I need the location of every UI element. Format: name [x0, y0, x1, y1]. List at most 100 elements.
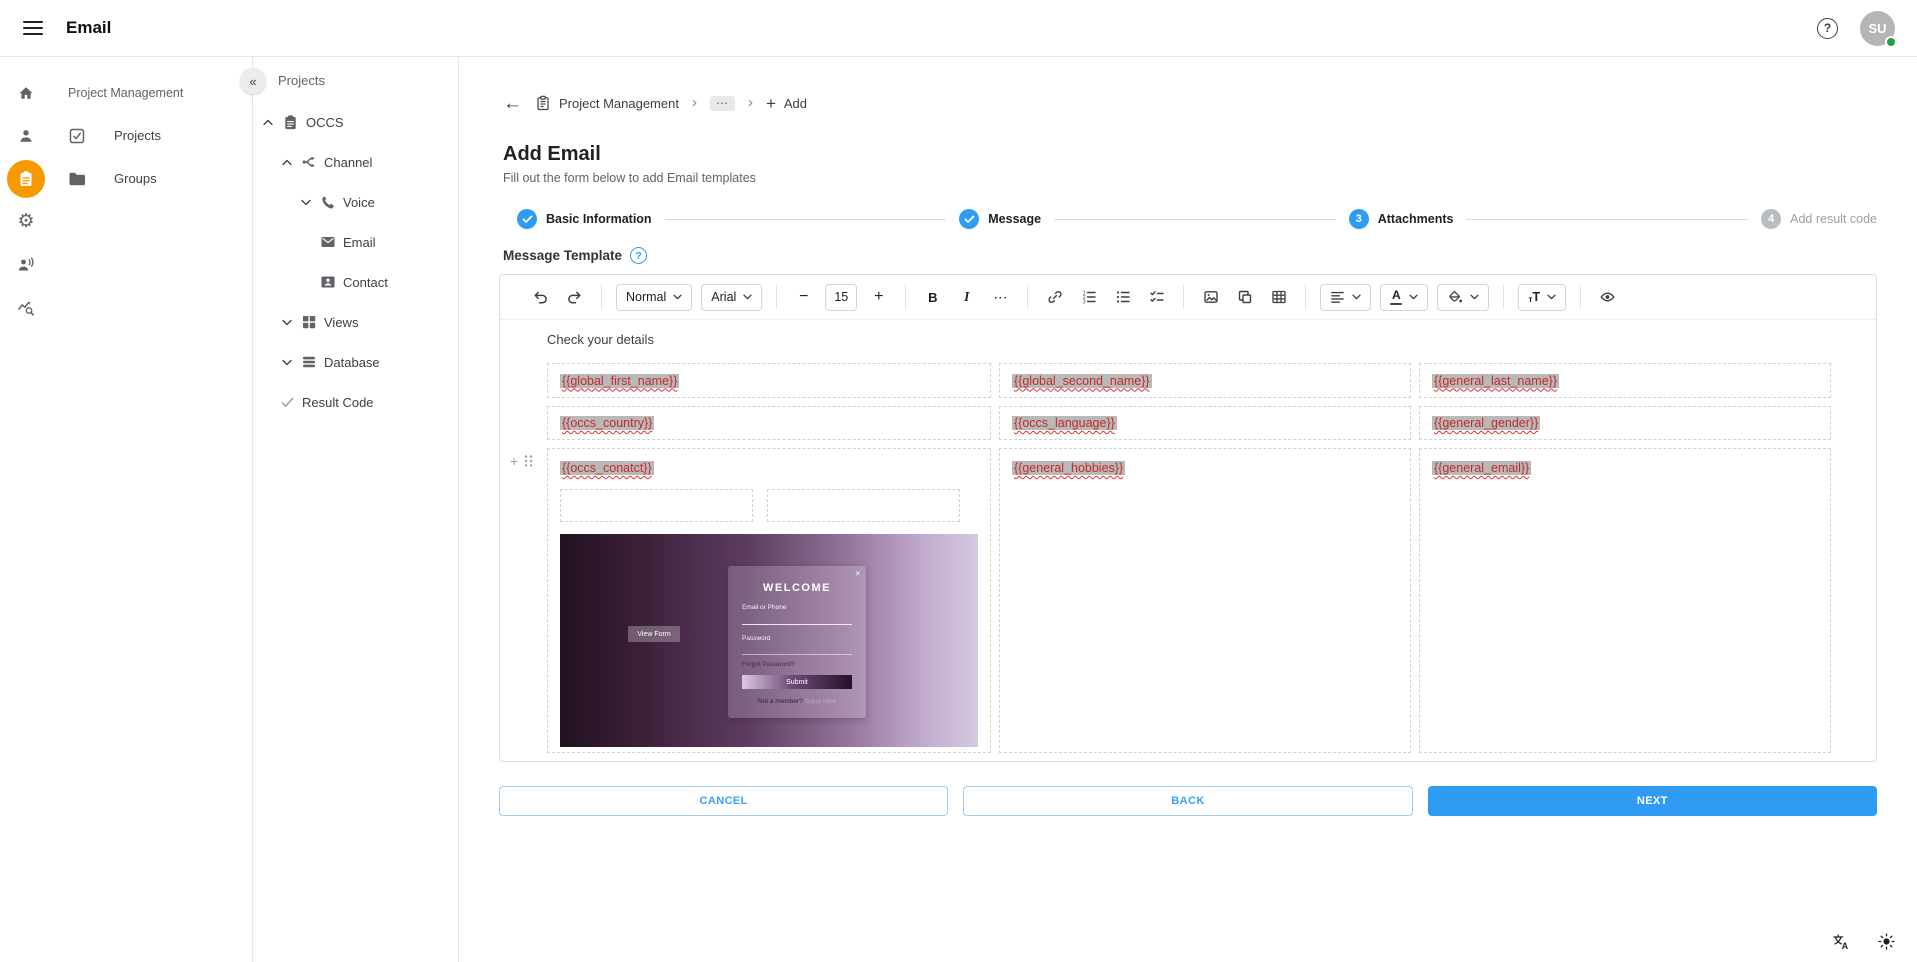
tree-item-result-code[interactable]: Result Code: [253, 382, 458, 422]
tree-item-views[interactable]: Views: [253, 302, 458, 342]
preview-eye-icon[interactable]: [1595, 285, 1620, 310]
phone-icon: [320, 194, 336, 210]
template-cell[interactable]: {{occs_language}}: [999, 406, 1411, 440]
nested-empty-cell[interactable]: [560, 489, 753, 522]
step-basic-information[interactable]: Basic Information: [517, 209, 652, 229]
main-content: ← Project Management › ⋯ › + Add Add Ema…: [459, 57, 1917, 962]
chevron-down-icon[interactable]: [280, 319, 294, 326]
chevron-up-icon[interactable]: [280, 159, 294, 166]
template-cell[interactable]: {{occs_conatct}} View Form × WELCOME Ema…: [547, 448, 991, 753]
step-message[interactable]: Message: [959, 209, 1041, 229]
checkmark-icon: [280, 395, 295, 410]
template-cell[interactable]: {{general_hobbies}}: [999, 448, 1411, 753]
more-formatting-icon[interactable]: ⋯: [988, 285, 1013, 310]
checklist-icon[interactable]: [1144, 285, 1169, 310]
step-add-result-code[interactable]: 4 Add result code: [1761, 209, 1877, 229]
sidebar-item-projects[interactable]: Projects: [52, 114, 252, 157]
broadcast-user-icon[interactable]: [0, 243, 52, 286]
hamburger-menu-icon[interactable]: [23, 18, 43, 39]
decrease-font-size-button[interactable]: −: [791, 285, 816, 310]
row-drag-handle[interactable]: +: [510, 454, 534, 468]
next-button[interactable]: NEXT: [1428, 786, 1877, 816]
template-grid: + {{global_first_name}} {{global_second_…: [547, 363, 1831, 753]
link-icon[interactable]: [1042, 285, 1067, 310]
breadcrumb-ellipsis[interactable]: ⋯: [710, 96, 735, 111]
cancel-button[interactable]: CANCEL: [499, 786, 948, 816]
channel-split-icon: [301, 154, 317, 170]
chevron-down-icon: [1352, 294, 1361, 300]
embed-media-icon[interactable]: [1232, 285, 1257, 310]
undo-icon[interactable]: [528, 285, 553, 310]
users-icon[interactable]: [0, 114, 52, 157]
text-color-select[interactable]: A: [1380, 284, 1428, 311]
home-icon[interactable]: [0, 71, 52, 114]
avatar[interactable]: SU: [1860, 11, 1895, 46]
rich-text-editor: Normal Arial − 15 + B I ⋯ 123: [499, 274, 1877, 762]
nested-empty-cell[interactable]: [767, 489, 960, 522]
tree-item-email[interactable]: Email: [253, 222, 458, 262]
step-check-icon: [959, 209, 979, 229]
help-icon[interactable]: ?: [630, 247, 647, 264]
merge-tag: {{occs_conatct}}: [560, 461, 654, 475]
font-family-select[interactable]: Arial: [701, 284, 762, 311]
insert-image-icon[interactable]: [1198, 285, 1223, 310]
italic-button[interactable]: I: [954, 285, 979, 310]
editor-content[interactable]: Check your details + {{global_first_name…: [500, 320, 1876, 761]
topbar: Email ? SU: [0, 0, 1917, 57]
chevron-down-icon[interactable]: [299, 199, 313, 206]
tree-item-channel[interactable]: Channel: [253, 142, 458, 182]
analytics-search-icon[interactable]: [0, 286, 52, 329]
bold-button[interactable]: B: [920, 285, 945, 310]
bullet-list-icon[interactable]: [1110, 285, 1135, 310]
projects-icon-active[interactable]: [0, 157, 52, 200]
chevron-down-icon[interactable]: [280, 359, 294, 366]
template-cell[interactable]: {{global_second_name}}: [999, 363, 1411, 398]
tree-item-contact[interactable]: Contact: [253, 262, 458, 302]
increase-font-size-button[interactable]: +: [866, 285, 891, 310]
merge-tag: {{general_last_name}}: [1432, 374, 1559, 388]
redo-icon[interactable]: [562, 285, 587, 310]
translate-icon[interactable]: A: [1832, 933, 1850, 950]
welcome-banner-image[interactable]: View Form × WELCOME Email or Phone Passw…: [560, 534, 978, 747]
welcome-card-graphic: × WELCOME Email or Phone Password Forgot…: [728, 566, 866, 718]
insert-table-icon[interactable]: [1266, 285, 1291, 310]
template-cell[interactable]: {{global_first_name}}: [547, 363, 991, 398]
align-select[interactable]: [1320, 284, 1371, 311]
merge-tag: {{general_hobbies}}: [1012, 461, 1125, 475]
collapse-panel-button[interactable]: «: [240, 68, 266, 94]
sidebar-section-label: Project Management: [52, 71, 252, 114]
tree-item-occs[interactable]: OCCS: [253, 102, 458, 142]
letter-case-select[interactable]: тT: [1518, 284, 1566, 311]
add-row-icon[interactable]: +: [510, 454, 518, 468]
letter-case-icon: тT: [1528, 291, 1540, 304]
template-cell[interactable]: {{general_gender}}: [1419, 406, 1831, 440]
chevron-up-icon[interactable]: [261, 119, 275, 126]
block-format-select[interactable]: Normal: [616, 284, 692, 311]
stepper: Basic Information Message 3 Attachments …: [503, 209, 1877, 229]
template-cell[interactable]: {{occs_country}}: [547, 406, 991, 440]
back-button[interactable]: BACK: [963, 786, 1412, 816]
font-size-value[interactable]: 15: [825, 284, 857, 311]
list-bars-icon: [301, 354, 317, 370]
breadcrumb-add[interactable]: + Add: [766, 95, 807, 112]
plus-icon: +: [766, 95, 776, 112]
template-cell[interactable]: {{general_last_name}}: [1419, 363, 1831, 398]
highlight-color-select[interactable]: [1437, 284, 1489, 311]
breadcrumb-root[interactable]: Project Management: [535, 95, 679, 111]
help-icon[interactable]: ?: [1817, 18, 1838, 39]
drag-dots-icon[interactable]: [523, 454, 534, 468]
tree-item-database[interactable]: Database: [253, 342, 458, 382]
settings-gear-icon[interactable]: ⚙: [0, 200, 52, 243]
envelope-icon: [320, 234, 336, 250]
light-mode-sun-icon[interactable]: [1878, 933, 1895, 950]
template-cell[interactable]: {{general_email}}: [1419, 448, 1831, 753]
merge-tag: {{global_second_name}}: [1012, 374, 1152, 388]
sidebar-item-groups[interactable]: Groups: [52, 157, 252, 200]
message-template-label: Message Template: [503, 248, 622, 263]
svg-text:A: A: [1842, 941, 1849, 950]
ordered-list-icon[interactable]: 123: [1076, 285, 1101, 310]
tree-item-voice[interactable]: Voice: [253, 182, 458, 222]
back-arrow-icon[interactable]: ←: [503, 94, 522, 113]
step-attachments[interactable]: 3 Attachments: [1349, 209, 1454, 229]
step-connector: [1054, 219, 1336, 220]
